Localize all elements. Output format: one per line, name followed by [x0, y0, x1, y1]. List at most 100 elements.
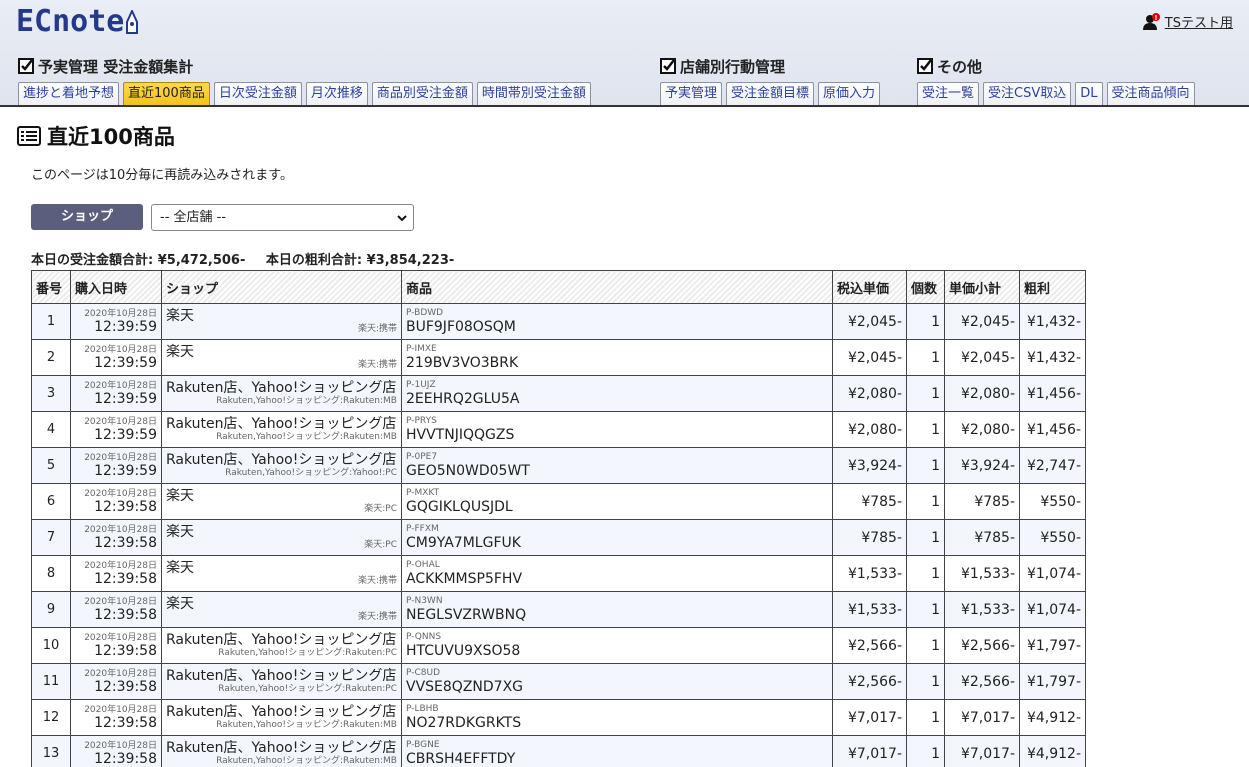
subtotal: ¥1,533-: [944, 555, 1020, 592]
table-row: 3 2020年10月28日 12:39:59 Rakuten店、Yahoo!ショッピン…: [31, 375, 1086, 412]
gross-profit: ¥4,912-: [1019, 735, 1086, 767]
nav-tabs-sales: 進捗と着地予想 直近100商品 日次受注金額 月次推移 商品別受注金額 時間帯別…: [18, 82, 591, 105]
table-row: 10 2020年10月28日 12:39:58 Rakuten店、Yahoo!ショッピ…: [31, 627, 1086, 664]
shop-name: 楽天: [166, 560, 194, 576]
table-row: 6 2020年10月28日 12:39:58 楽天 楽天:PC P-MXKT GQGIKLQ…: [31, 483, 1086, 520]
purchase-date: 2020年10月28日: [84, 524, 157, 535]
checkbox-icon: [660, 58, 676, 74]
tab-download[interactable]: DL: [1075, 82, 1103, 105]
page-title-text: 直近100商品: [47, 125, 175, 149]
product-cell: P-IMXE 219BV3VO3BRK: [401, 339, 833, 376]
purchase-date: 2020年10月28日: [84, 560, 157, 571]
subtotal: ¥2,045-: [944, 303, 1020, 340]
shop-filter-button[interactable]: ショップ: [31, 204, 143, 230]
purchase-date: 2020年10月28日: [84, 344, 157, 355]
product-code: P-N3WN: [406, 596, 443, 606]
gross-profit: ¥1,456-: [1019, 411, 1086, 448]
subtotal: ¥785-: [944, 483, 1020, 520]
tab-hourly-sales[interactable]: 時間帯別受注金額: [476, 82, 591, 105]
shop-name: Rakuten店、Yahoo!ショッピング店: [166, 704, 397, 720]
row-number: 12: [31, 699, 71, 736]
quantity: 1: [906, 735, 945, 767]
shop-channel: Rakuten,Yahoo!ショッピング:Rakuten:MB: [216, 396, 397, 406]
gross-profit: ¥2,747-: [1019, 447, 1086, 484]
nav-group-title: 予実管理 受注金額集計: [38, 57, 194, 76]
subtotal: ¥2,080-: [944, 375, 1020, 412]
logo-text: ECnote: [16, 4, 125, 39]
product-cell: P-BGNE CBRSH4EFFTDY: [401, 735, 833, 767]
shop-cell: 楽天 楽天:携帯: [161, 591, 402, 628]
purchase-date: 2020年10月28日: [84, 740, 157, 751]
quantity: 1: [906, 663, 945, 700]
purchase-date: 2020年10月28日: [84, 452, 157, 463]
product-name: BUF9JF08OSQM: [406, 319, 516, 335]
purchase-date: 2020年10月28日: [84, 416, 157, 427]
gross-profit: ¥1,797-: [1019, 663, 1086, 700]
purchase-datetime: 2020年10月28日 12:39:58: [70, 627, 162, 664]
shop-cell: Rakuten店、Yahoo!ショッピング店 Rakuten,Yahoo!ショッピ…: [161, 447, 402, 484]
tab-cost-input[interactable]: 原価入力: [818, 82, 881, 105]
total-profit: 本日の粗利合計: ¥3,854,223-: [265, 253, 455, 268]
product-code: P-QNNS: [406, 632, 442, 642]
table-row: 2 2020年10月28日 12:39:59 楽天 楽天:携帯 P-IMXE 219BV3V…: [31, 339, 1086, 376]
row-number: 1: [31, 303, 71, 340]
gross-profit: ¥1,797-: [1019, 627, 1086, 664]
tab-daily-sales[interactable]: 日次受注金額: [213, 82, 302, 105]
tab-sales-target[interactable]: 受注金額目標: [726, 82, 815, 105]
quantity: 1: [906, 627, 945, 664]
purchase-time: 12:39:59: [94, 462, 157, 479]
table-row: 13 2020年10月28日 12:39:58 Rakuten店、Yahoo!ショッピ…: [31, 735, 1086, 767]
pen-icon: [126, 10, 139, 34]
table-row: 9 2020年10月28日 12:39:58 楽天 楽天:携帯 P-N3WN NEGLSVZ…: [31, 591, 1086, 628]
shop-channel: 楽天:PC: [364, 540, 397, 550]
product-code: P-1UJZ: [406, 380, 436, 390]
shop-name: 楽天: [166, 308, 194, 324]
product-name: CBRSH4EFFTDY: [406, 751, 516, 767]
tab-budget[interactable]: 予実管理: [660, 82, 723, 105]
shop-name: 楽天: [166, 488, 194, 504]
purchase-datetime: 2020年10月28日 12:39:58: [70, 591, 162, 628]
purchase-date: 2020年10月28日: [84, 668, 157, 679]
quantity: 1: [906, 375, 945, 412]
quantity: 1: [906, 411, 945, 448]
unit-price: ¥7,017-: [832, 699, 907, 736]
shop-name: Rakuten店、Yahoo!ショッピング店: [166, 452, 397, 468]
product-cell: P-QNNS HTCUVU9XSO58: [401, 627, 833, 664]
user-name-link[interactable]: TSテスト用: [1165, 12, 1233, 31]
tab-csv-import[interactable]: 受注CSV取込: [983, 82, 1072, 105]
product-cell: P-MXKT GQGIKLQUSJDL: [401, 483, 833, 520]
shop-channel: 楽天:携帯: [357, 576, 397, 586]
gross-profit: ¥550-: [1019, 519, 1086, 556]
purchase-time: 12:39:58: [94, 750, 157, 767]
tab-monthly-trend[interactable]: 月次推移: [305, 82, 368, 105]
product-name: 2EEHRQ2GLU5A: [406, 391, 520, 407]
tab-product-sales[interactable]: 商品別受注金額: [371, 82, 473, 105]
shop-channel: 楽天:携帯: [357, 612, 397, 622]
shop-select[interactable]: -- 全店舗 --: [151, 204, 414, 231]
purchase-time: 12:39:58: [94, 642, 157, 659]
chevron-down-icon: [397, 215, 407, 222]
table-row: 5 2020年10月28日 12:39:59 Rakuten店、Yahoo!ショッピン…: [31, 447, 1086, 484]
tab-order-list[interactable]: 受注一覧: [917, 82, 980, 105]
purchase-time: 12:39:58: [94, 606, 157, 623]
purchase-datetime: 2020年10月28日 12:39:58: [70, 735, 162, 767]
shop-name: Rakuten店、Yahoo!ショッピング店: [166, 740, 397, 756]
col-header-product: 商品: [401, 270, 833, 304]
tab-progress-forecast[interactable]: 進捗と着地予想: [18, 82, 120, 105]
purchase-date: 2020年10月28日: [84, 380, 157, 391]
subtotal: ¥2,080-: [944, 411, 1020, 448]
total-sales: 本日の受注金額合計: ¥5,472,506-: [31, 253, 246, 268]
user-menu[interactable]: ! TSテスト用: [1142, 12, 1233, 31]
totals-summary: 本日の受注金額合計: ¥5,472,506- 本日の粗利合計: ¥3,854,2…: [31, 249, 470, 268]
app-logo[interactable]: ECnote: [16, 4, 139, 40]
purchase-datetime: 2020年10月28日 12:39:58: [70, 483, 162, 520]
subtotal: ¥3,924-: [944, 447, 1020, 484]
shop-cell: 楽天楽天:携帯: [161, 555, 402, 592]
tab-recent-100[interactable]: 直近100商品: [123, 82, 210, 105]
product-name: NO27RDKGRKTS: [406, 715, 522, 731]
col-header-date: 購入日時: [70, 270, 162, 304]
purchase-date: 2020年10月28日: [84, 308, 157, 319]
gross-profit: ¥4,912-: [1019, 699, 1086, 736]
tab-product-trend[interactable]: 受注商品傾向: [1106, 82, 1195, 105]
unit-price: ¥3,924-: [832, 447, 907, 484]
